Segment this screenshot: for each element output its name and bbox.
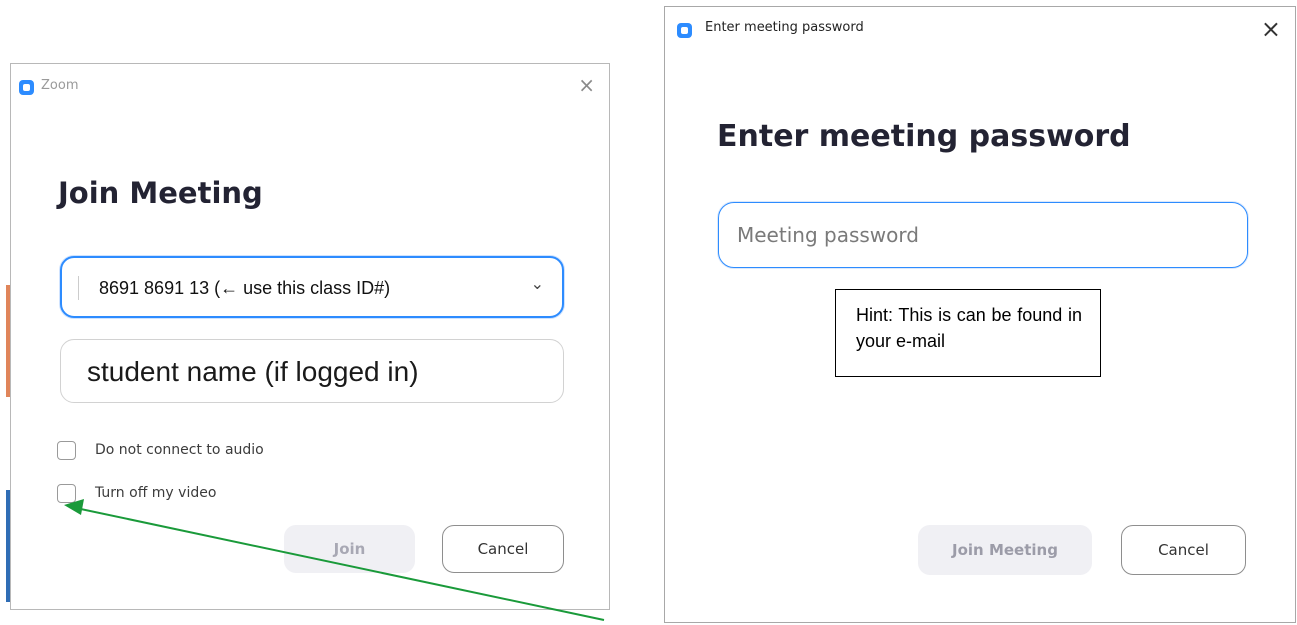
page-title: Enter meeting password: [717, 119, 1131, 154]
cancel-button[interactable]: Cancel: [442, 525, 564, 573]
title-bar: Enter meeting password ×: [665, 7, 1295, 47]
name-value: student name (if logged in): [87, 356, 419, 387]
background-window-edge: [6, 285, 10, 397]
join-button[interactable]: Join: [284, 525, 415, 573]
password-field[interactable]: [718, 202, 1248, 268]
join-meeting-window: Zoom × Join Meeting 8691 8691 13 (← use …: [10, 63, 610, 610]
background-window-edge: [6, 490, 10, 602]
audio-checkbox[interactable]: [57, 441, 76, 460]
video-checkbox[interactable]: [57, 484, 76, 503]
password-input[interactable]: [735, 217, 1219, 253]
name-input[interactable]: student name (if logged in): [60, 339, 564, 403]
page-title: Join Meeting: [58, 176, 263, 210]
video-checkbox-label[interactable]: Turn off my video: [95, 485, 216, 501]
password-window: Enter meeting password × Enter meeting p…: [664, 6, 1296, 623]
window-title: Zoom: [41, 78, 79, 93]
close-icon[interactable]: ×: [1261, 17, 1281, 41]
join-meeting-button[interactable]: Join Meeting: [918, 525, 1092, 575]
window-title: Enter meeting password: [705, 20, 864, 35]
text-caret: [78, 276, 79, 300]
zoom-camera-icon: [677, 23, 692, 38]
audio-checkbox-label[interactable]: Do not connect to audio: [95, 442, 264, 458]
hint-text: Hint: This is can be found in your e-mai…: [856, 305, 1082, 351]
meeting-id-combobox[interactable]: 8691 8691 13 (← use this class ID#) ⌄: [60, 256, 564, 318]
close-icon[interactable]: ×: [578, 75, 595, 95]
chevron-down-icon[interactable]: ⌄: [531, 274, 544, 293]
title-bar: Zoom ×: [11, 64, 609, 104]
hint-callout: Hint: This is can be found in your e-mai…: [835, 289, 1101, 377]
meeting-id-value: 8691 8691 13 (← use this class ID#): [99, 278, 391, 298]
zoom-camera-icon: [19, 80, 34, 95]
cancel-button[interactable]: Cancel: [1121, 525, 1246, 575]
